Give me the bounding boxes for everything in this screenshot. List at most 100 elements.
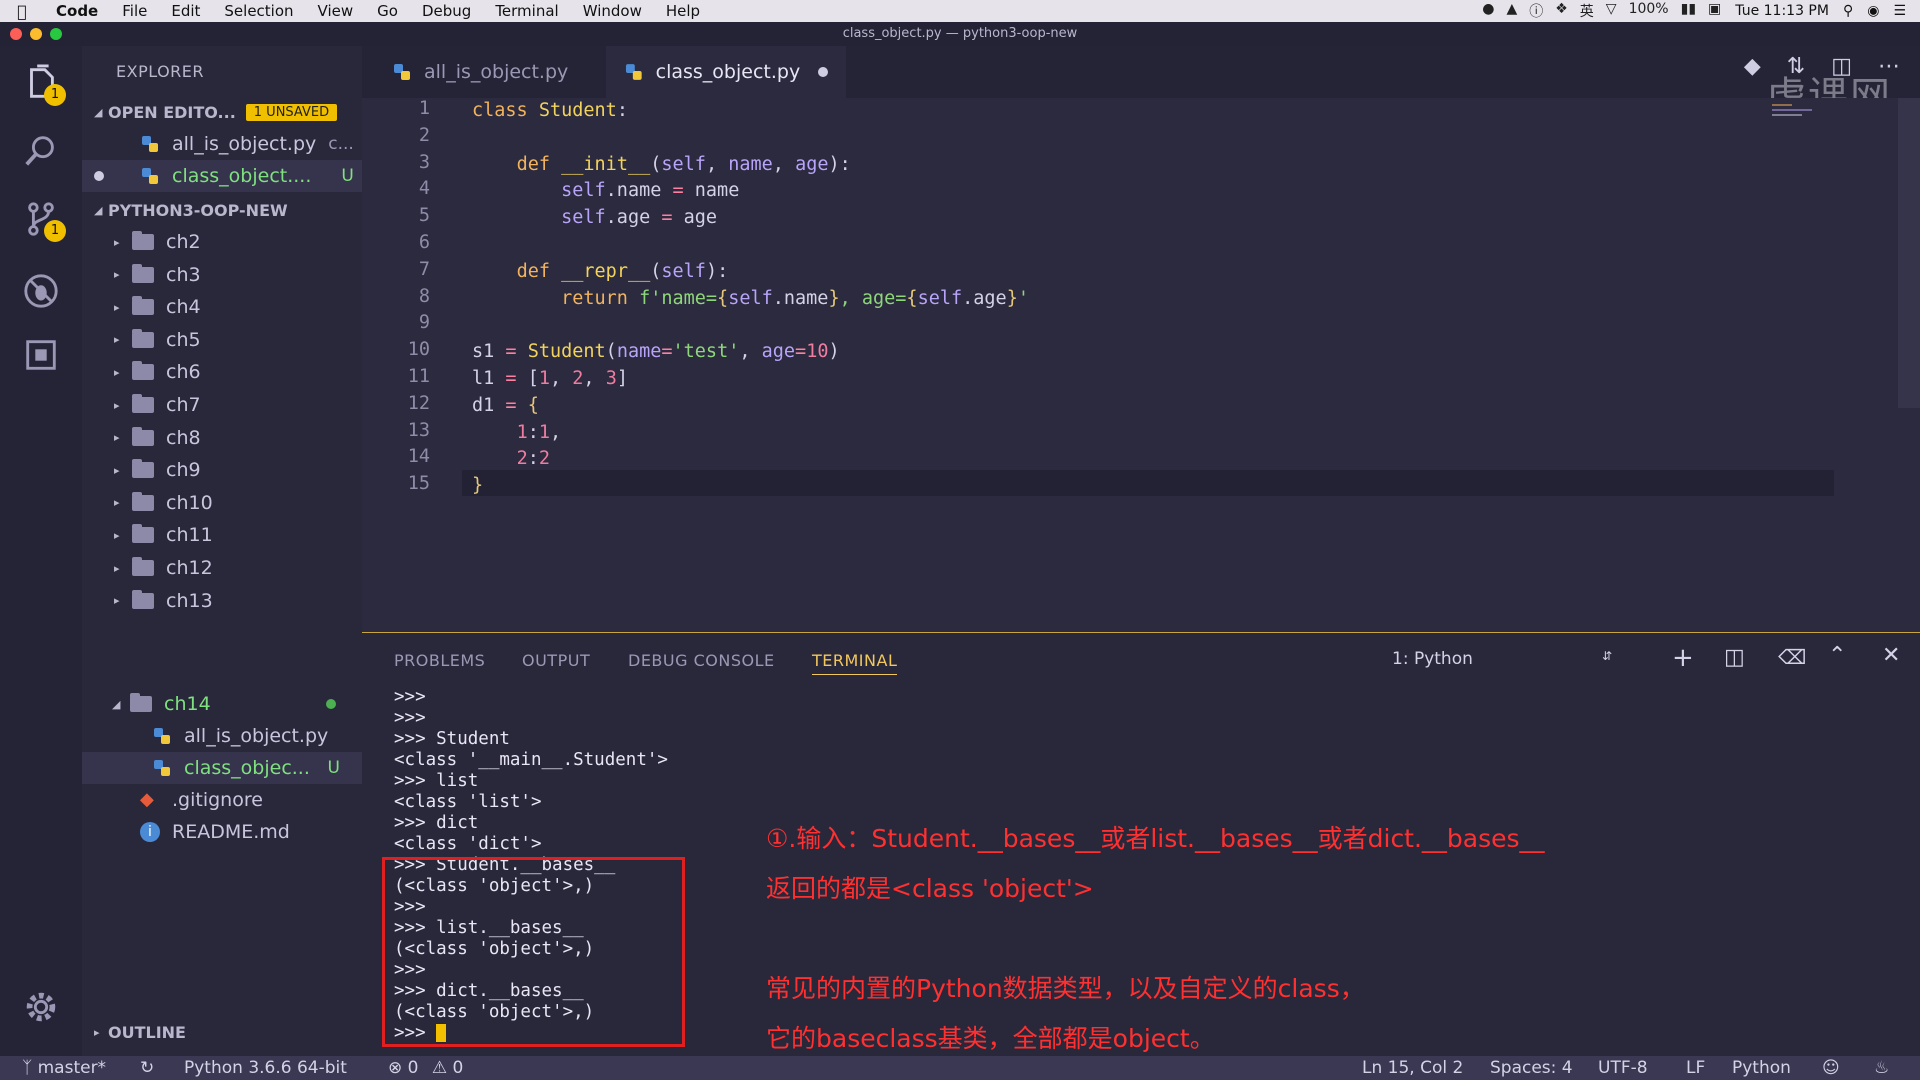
menu-terminal[interactable]: Terminal xyxy=(483,2,570,20)
trash-icon[interactable]: ⌫ xyxy=(1778,645,1806,669)
file-row-readme[interactable]: i README.md xyxy=(82,816,362,848)
folder-row[interactable]: ▸ ch2 xyxy=(82,226,362,258)
minimize-window-button[interactable] xyxy=(30,28,42,40)
notifications-bell-icon[interactable]: ♨ xyxy=(1874,1056,1889,1080)
explorer-activity-button[interactable]: 1 xyxy=(20,62,66,106)
open-editor-class-object[interactable]: class_object.... U xyxy=(82,160,362,192)
code-content[interactable]: class Student: def __init__(self, name, … xyxy=(472,98,1029,500)
siri-s-icon[interactable]: ▣ xyxy=(1708,1,1721,21)
siri-icon[interactable]: ◉ xyxy=(1867,3,1879,19)
folder-label: ch4 xyxy=(166,296,201,319)
tab-all-is-object[interactable]: all_is_object.py xyxy=(374,46,604,98)
git-compare-icon[interactable]: ◆ xyxy=(1744,54,1761,79)
warning-count: 0 xyxy=(452,1058,464,1078)
minimap[interactable] xyxy=(1772,102,1828,128)
clock[interactable]: Tue 11:13 PM xyxy=(1735,3,1829,19)
tab-terminal[interactable]: TERMINAL xyxy=(812,651,898,675)
maximize-panel-icon[interactable]: ⌃ xyxy=(1828,643,1846,668)
unsaved-dot-icon[interactable] xyxy=(94,171,104,181)
input-method-icon[interactable]: 英 xyxy=(1580,1,1594,21)
file-row-gitignore[interactable]: ◆ .gitignore xyxy=(82,784,362,816)
close-window-button[interactable] xyxy=(10,28,22,40)
folder-row[interactable]: ▸ ch10 xyxy=(82,487,362,519)
new-terminal-icon[interactable]: + xyxy=(1672,643,1694,673)
problems-status[interactable]: ⊗ 0 ⚠ 0 xyxy=(388,1056,463,1080)
terminal-line-text: >>> Student xyxy=(394,729,510,749)
folder-row-ch14[interactable]: ◢ ch14 xyxy=(82,688,362,720)
collapsed-arrow-icon: ▸ xyxy=(114,333,120,347)
folder-row[interactable]: ▸ ch8 xyxy=(82,422,362,454)
bottom-panel: PROBLEMS OUTPUT DEBUG CONSOLE TERMINAL 1… xyxy=(362,632,1920,1057)
tab-debug-console[interactable]: DEBUG CONSOLE xyxy=(628,651,775,670)
folder-row[interactable]: ▸ ch4 xyxy=(82,291,362,323)
folder-icon xyxy=(132,491,154,511)
annotation-line-3: 常见的内置的Python数据类型，以及自定义的class， xyxy=(766,974,1365,1003)
terminal-select[interactable]: 1: Python ⇵ xyxy=(1392,649,1612,669)
collapsed-arrow-icon: ▸ xyxy=(114,235,120,249)
feedback-smiley-icon[interactable]: ☺ xyxy=(1822,1056,1840,1080)
untracked-status: U xyxy=(341,166,354,186)
folder-row[interactable]: ▸ ch5 xyxy=(82,324,362,356)
open-editors-header[interactable]: ◢ OPEN EDITO... 1 UNSAVED xyxy=(82,96,362,128)
cursor-position[interactable]: Ln 15, Col 2 xyxy=(1362,1056,1463,1080)
file-row-all-is-object[interactable]: all_is_object.py xyxy=(82,720,362,752)
wifi-icon[interactable]: ▽ xyxy=(1606,1,1617,21)
folder-row[interactable]: ▸ ch11 xyxy=(82,519,362,551)
zoom-window-button[interactable] xyxy=(50,28,62,40)
folder-row[interactable]: ▸ ch9 xyxy=(82,454,362,486)
folder-row[interactable]: ▸ ch6 xyxy=(82,356,362,388)
battery-icon[interactable]: ▮▮ xyxy=(1681,1,1696,21)
tab-output[interactable]: OUTPUT xyxy=(522,651,590,670)
terminal-line: <class '__main__.Student'> xyxy=(394,750,668,771)
tray-app-icon[interactable]: ▲ xyxy=(1506,1,1517,21)
menu-view[interactable]: View xyxy=(306,2,366,20)
menu-edit[interactable]: Edit xyxy=(159,2,212,20)
folder-row[interactable]: ▸ ch7 xyxy=(82,389,362,421)
settings-activity-button[interactable] xyxy=(20,986,62,1028)
folder-row[interactable]: ▸ ch3 xyxy=(82,259,362,291)
file-row-class-object[interactable]: class_objec... U xyxy=(82,752,362,784)
close-panel-icon[interactable]: ✕ xyxy=(1882,643,1900,668)
line-number: 13 xyxy=(407,419,430,441)
unsaved-dot-icon[interactable] xyxy=(818,67,828,77)
language-mode[interactable]: Python xyxy=(1732,1056,1791,1080)
info-icon[interactable]: ⓘ xyxy=(1529,1,1543,21)
code-editor[interactable]: 1 2 3 4 5 6 7 8 9 10 11 12 13 14 15 class Student: def… xyxy=(362,98,1920,632)
project-header[interactable]: ◢ PYTHON3-OOP-NEW xyxy=(82,194,362,226)
python-interpreter[interactable]: Python 3.6.6 64-bit xyxy=(184,1056,347,1080)
sync-icon[interactable]: ↻ xyxy=(140,1056,154,1080)
tab-class-object[interactable]: class_object.py xyxy=(606,46,846,98)
menu-file[interactable]: File xyxy=(110,2,159,20)
search-activity-button[interactable] xyxy=(20,130,62,172)
line-ending[interactable]: LF xyxy=(1686,1056,1705,1080)
tab-label: all_is_object.py xyxy=(424,61,569,83)
menu-help[interactable]: Help xyxy=(654,2,712,20)
editor-scrollbar[interactable] xyxy=(1898,98,1920,408)
collapse-arrow-icon: ◢ xyxy=(94,105,103,119)
source-control-activity-button[interactable]: 1 xyxy=(20,198,66,242)
extensions-activity-button[interactable] xyxy=(20,334,62,376)
menu-go[interactable]: Go xyxy=(365,2,410,20)
menu-app-code[interactable]: Code xyxy=(44,2,110,20)
tab-problems[interactable]: PROBLEMS xyxy=(394,651,485,670)
dropbox-icon[interactable]: ❖ xyxy=(1555,1,1568,21)
open-editor-all-is-object[interactable]: all_is_object.py c... xyxy=(82,128,362,160)
branch-status[interactable]: ᛉ master* xyxy=(22,1056,106,1080)
folder-row[interactable]: ▸ ch13 xyxy=(82,585,362,617)
apple-menu-icon[interactable]:  xyxy=(0,2,44,21)
folder-row[interactable]: ▸ ch12 xyxy=(82,552,362,584)
split-terminal-icon[interactable]: ◫ xyxy=(1724,645,1745,670)
wechat-icon[interactable]: ● xyxy=(1482,1,1494,21)
spotlight-search-icon[interactable]: ⚲ xyxy=(1843,3,1853,19)
notification-center-icon[interactable]: ☰ xyxy=(1893,3,1906,19)
menu-window[interactable]: Window xyxy=(571,2,654,20)
menu-debug[interactable]: Debug xyxy=(410,2,483,20)
indentation[interactable]: Spaces: 4 xyxy=(1490,1056,1573,1080)
folder-icon xyxy=(132,459,154,479)
outline-header[interactable]: ▸ OUTLINE xyxy=(82,1016,362,1048)
menu-selection[interactable]: Selection xyxy=(212,2,305,20)
debug-activity-button[interactable] xyxy=(20,270,62,312)
folder-label: ch5 xyxy=(166,328,201,351)
encoding[interactable]: UTF-8 xyxy=(1598,1056,1648,1080)
folder-icon xyxy=(132,394,154,413)
